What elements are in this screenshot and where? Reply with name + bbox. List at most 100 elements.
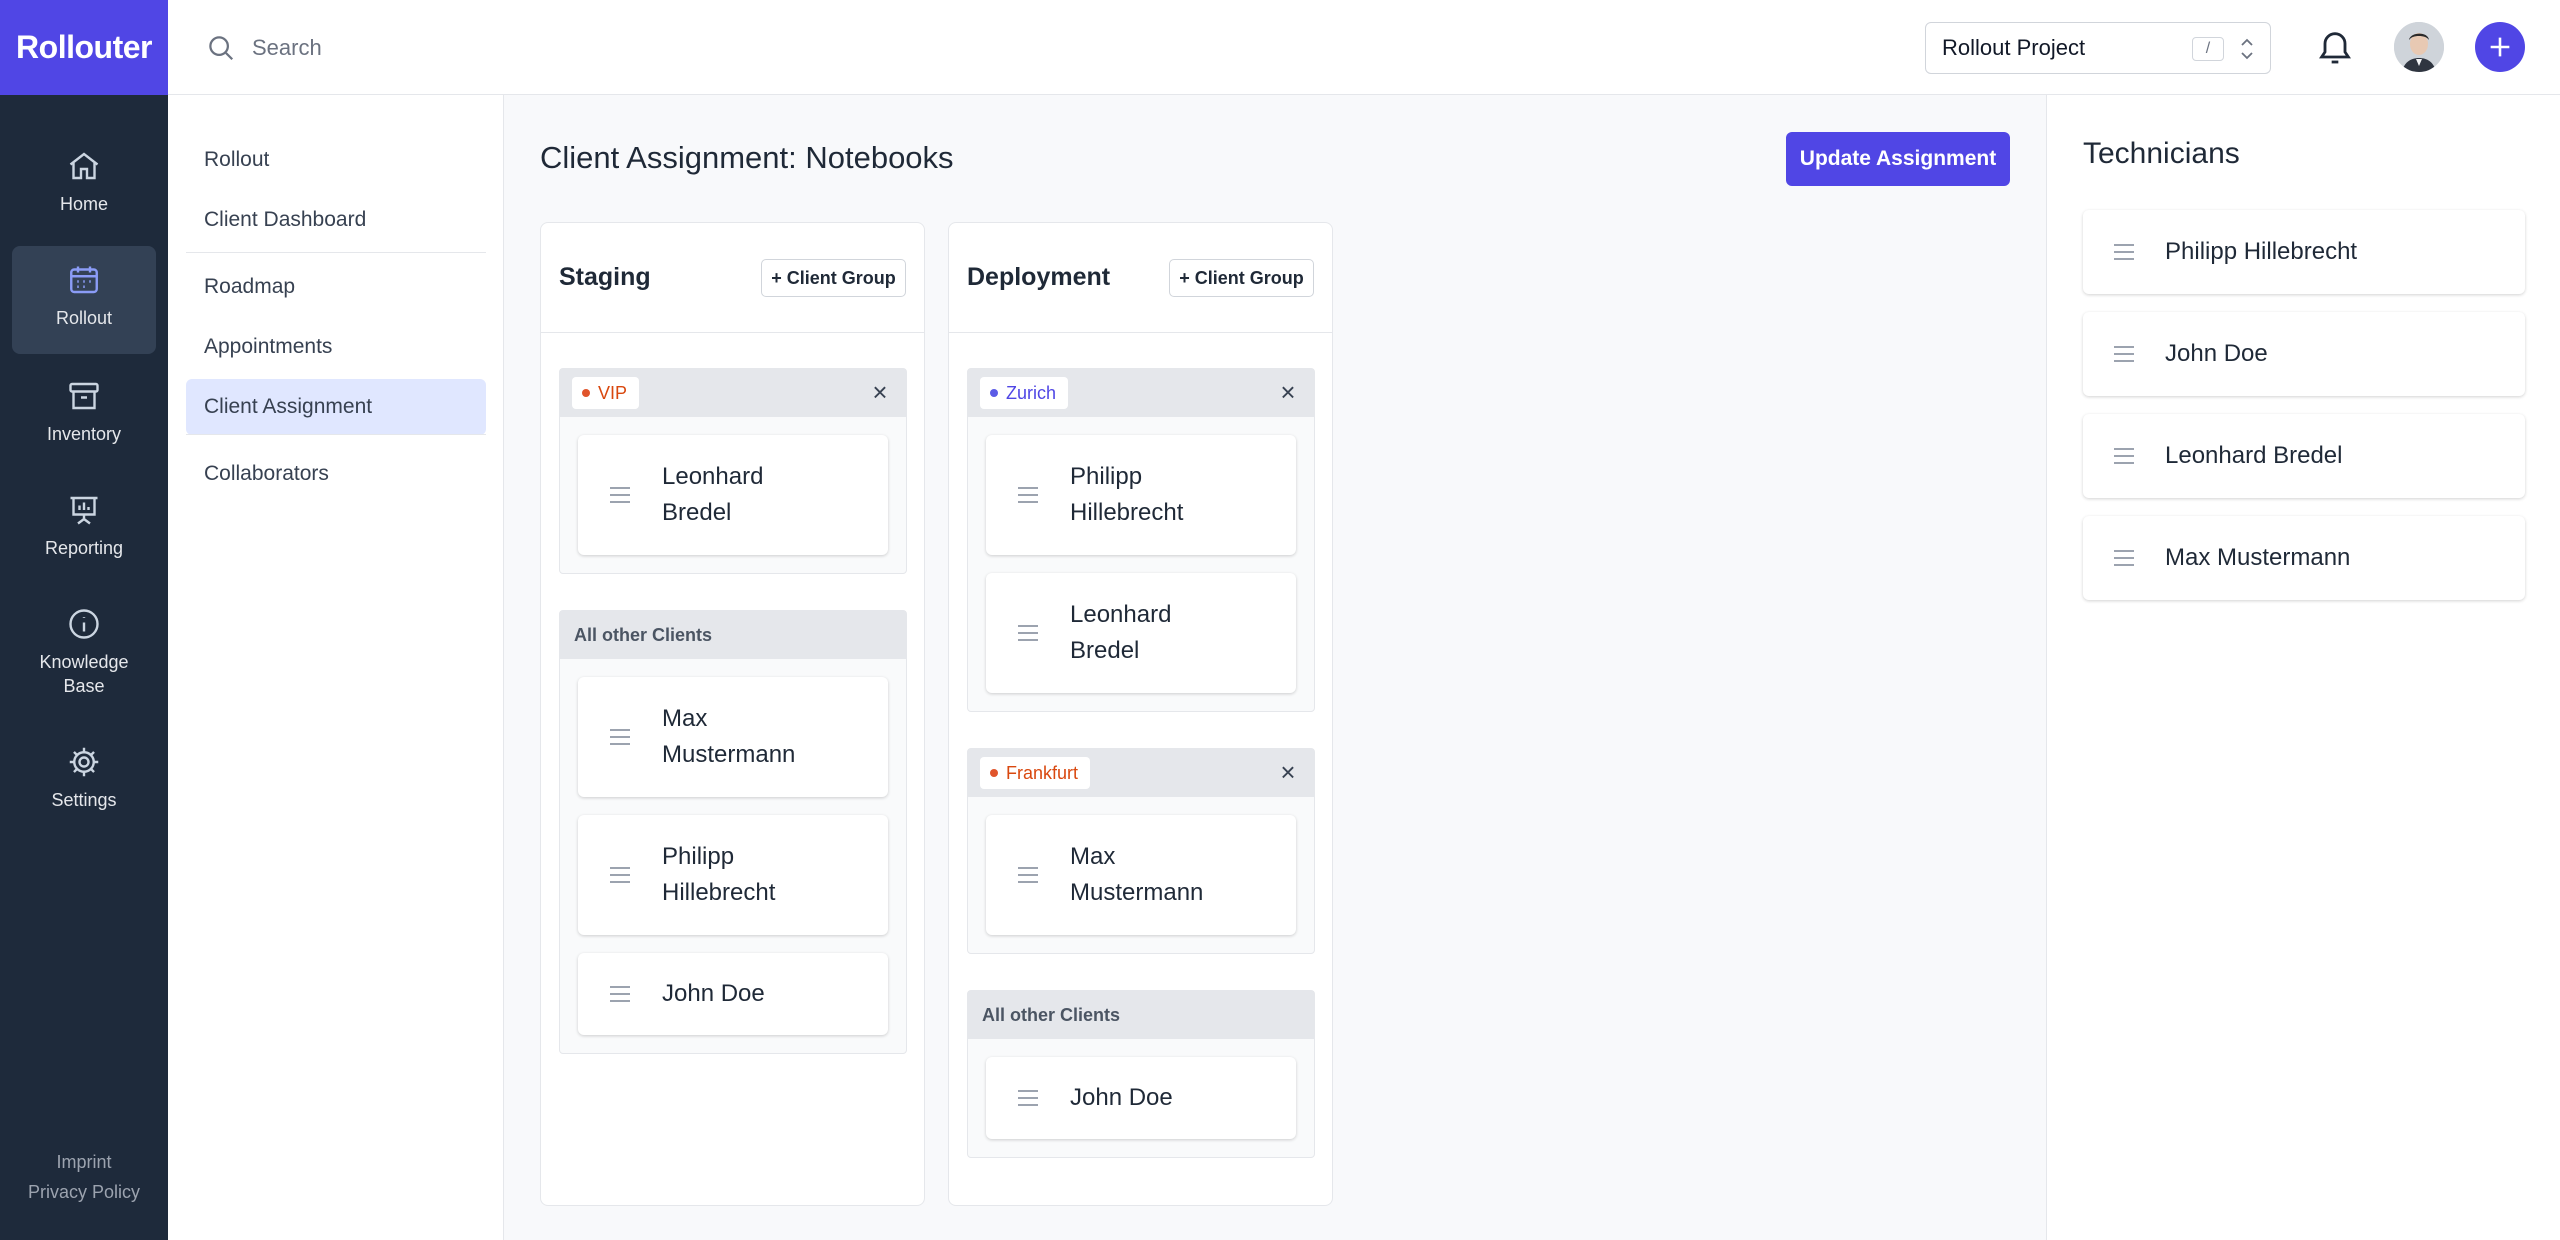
technician-card[interactable]: Leonhard Bredel xyxy=(2083,414,2525,498)
add-button[interactable] xyxy=(2475,22,2525,72)
drag-handle-icon[interactable] xyxy=(986,486,1070,504)
drag-handle-icon[interactable] xyxy=(578,866,662,884)
nav-item-settings[interactable]: Settings xyxy=(12,744,156,824)
drag-handle-icon[interactable] xyxy=(986,866,1070,884)
drag-handle-icon[interactable] xyxy=(2083,243,2165,261)
privacy-policy-link[interactable]: Privacy Policy xyxy=(0,1182,168,1203)
main-nav-rail: Rollouter Home Rollout Inventory Reporti… xyxy=(0,0,168,1240)
bell-icon[interactable] xyxy=(2315,27,2355,67)
tag-label: Zurich xyxy=(1006,382,1057,403)
remove-group-close-icon[interactable]: × xyxy=(1276,379,1300,405)
drag-handle-icon[interactable] xyxy=(578,985,662,1003)
nav-item-label: Home xyxy=(59,194,108,214)
client-card[interactable]: John Doe xyxy=(578,953,888,1035)
group-label: All other Clients xyxy=(574,624,713,645)
group-label: All other Clients xyxy=(982,1004,1121,1025)
group-body: Max Mustermann Philipp Hillebrecht John … xyxy=(560,659,906,1053)
calendar-icon xyxy=(70,266,98,294)
add-client-group-button[interactable]: + Client Group xyxy=(761,259,906,297)
nav-item-inventory[interactable]: Inventory xyxy=(12,378,156,458)
subnav-item-appointments[interactable]: Appointments xyxy=(186,319,486,375)
remove-group-close-icon[interactable]: × xyxy=(868,379,892,405)
subnav-item-client-assignment[interactable]: Client Assignment xyxy=(186,379,486,435)
drag-handle-icon[interactable] xyxy=(2083,447,2165,465)
client-card[interactable]: Philipp Hillebrecht xyxy=(986,435,1296,555)
technician-name: Leonhard Bredel xyxy=(2165,442,2343,469)
client-name: John Doe xyxy=(1070,1084,1173,1111)
nav-item-home[interactable]: Home xyxy=(12,148,156,228)
project-select-value: Rollout Project xyxy=(1942,35,2086,60)
tag-label: VIP xyxy=(598,382,628,403)
nav-item-label: Reporting xyxy=(44,538,124,558)
client-group-zurich: Zurich × Philipp Hillebrecht Leonhard Br… xyxy=(967,368,1315,712)
group-tag: VIP xyxy=(572,377,640,409)
shortcut-hint: / xyxy=(2192,37,2224,61)
secondary-nav: Rollout Client Dashboard Roadmap Appoint… xyxy=(168,95,504,1240)
client-card[interactable]: Philipp Hillebrecht xyxy=(578,815,888,935)
drag-handle-icon[interactable] xyxy=(2083,345,2165,363)
technicians-title: Technicians xyxy=(2083,137,2240,170)
group-header: VIP × xyxy=(560,369,906,417)
search-icon xyxy=(209,36,234,61)
drag-handle-icon[interactable] xyxy=(578,728,662,746)
client-name: John Doe xyxy=(662,980,765,1007)
technicians-panel: Technicians Philipp Hillebrecht John Doe… xyxy=(2046,95,2560,1240)
info-icon xyxy=(69,609,99,639)
remove-group-close-icon[interactable]: × xyxy=(1276,759,1300,785)
client-name: Leonhard Bredel xyxy=(662,463,764,526)
client-name: Max Mustermann xyxy=(662,705,796,768)
client-card[interactable]: Max Mustermann xyxy=(578,677,888,797)
subnav-item-client-dashboard[interactable]: Client Dashboard xyxy=(186,192,486,248)
plus-icon xyxy=(2490,37,2510,57)
technician-name: Philipp Hillebrecht xyxy=(2165,238,2358,265)
nav-item-reporting[interactable]: Reporting xyxy=(12,492,156,572)
client-card[interactable]: Max Mustermann xyxy=(986,815,1296,935)
drag-handle-icon[interactable] xyxy=(986,624,1070,642)
group-body: Max Mustermann xyxy=(968,797,1314,953)
add-client-group-button[interactable]: + Client Group xyxy=(1169,259,1314,297)
group-tag: Zurich xyxy=(980,377,1069,409)
technician-name: John Doe xyxy=(2165,340,2268,367)
technician-card[interactable]: John Doe xyxy=(2083,312,2525,396)
user-avatar[interactable] xyxy=(2394,22,2444,72)
project-select[interactable]: Rollout Project / xyxy=(1925,22,2271,74)
group-body: John Doe xyxy=(968,1039,1314,1157)
subnav-divider xyxy=(186,252,486,253)
nav-item-label: Inventory xyxy=(46,424,122,444)
user-photo-icon xyxy=(2394,22,2444,72)
chevron-up-down-icon xyxy=(2241,38,2253,60)
group-body: Leonhard Bredel xyxy=(560,417,906,573)
search-input[interactable] xyxy=(252,28,752,68)
imprint-link[interactable]: Imprint xyxy=(0,1152,168,1173)
client-group-all-other: All other Clients John Doe xyxy=(967,990,1315,1158)
nav-item-rollout[interactable]: Rollout xyxy=(12,246,156,354)
home-icon xyxy=(69,152,99,180)
client-name: Leonhard Bredel xyxy=(1070,601,1172,664)
client-card[interactable]: Leonhard Bredel xyxy=(986,573,1296,693)
client-card[interactable]: John Doe xyxy=(986,1057,1296,1139)
client-name: Philipp Hillebrecht xyxy=(662,843,776,906)
drag-handle-icon[interactable] xyxy=(578,486,662,504)
client-group-frankfurt: Frankfurt × Max Mustermann xyxy=(967,748,1315,954)
technician-card[interactable]: Max Mustermann xyxy=(2083,516,2525,600)
client-card[interactable]: Leonhard Bredel xyxy=(578,435,888,555)
tag-dot xyxy=(990,769,998,777)
subnav-item-rollout[interactable]: Rollout xyxy=(186,132,486,188)
update-assignment-button[interactable]: Update Assignment xyxy=(1786,132,2010,186)
column-staging: Staging + Client Group VIP × Leonhard Br… xyxy=(540,222,925,1206)
brand-logo[interactable]: Rollouter xyxy=(0,0,168,95)
drag-handle-icon[interactable] xyxy=(986,1089,1070,1107)
tag-label: Frankfurt xyxy=(1006,762,1079,783)
page-title: Client Assignment: Notebooks xyxy=(540,140,954,175)
technician-card[interactable]: Philipp Hillebrecht xyxy=(2083,210,2525,294)
subnav-item-collaborators[interactable]: Collaborators xyxy=(186,446,486,502)
subnav-item-roadmap[interactable]: Roadmap xyxy=(186,259,486,315)
client-name: Max Mustermann xyxy=(1070,843,1204,906)
nav-item-label: Settings xyxy=(51,790,117,810)
tag-dot xyxy=(582,389,590,397)
column-deployment: Deployment + Client Group Zurich × Phili… xyxy=(948,222,1333,1206)
drag-handle-icon[interactable] xyxy=(2083,549,2165,567)
group-header: All other Clients xyxy=(560,611,906,659)
group-header: Frankfurt × xyxy=(968,749,1314,797)
nav-item-knowledge-base[interactable]: Knowledge Base xyxy=(12,606,156,706)
